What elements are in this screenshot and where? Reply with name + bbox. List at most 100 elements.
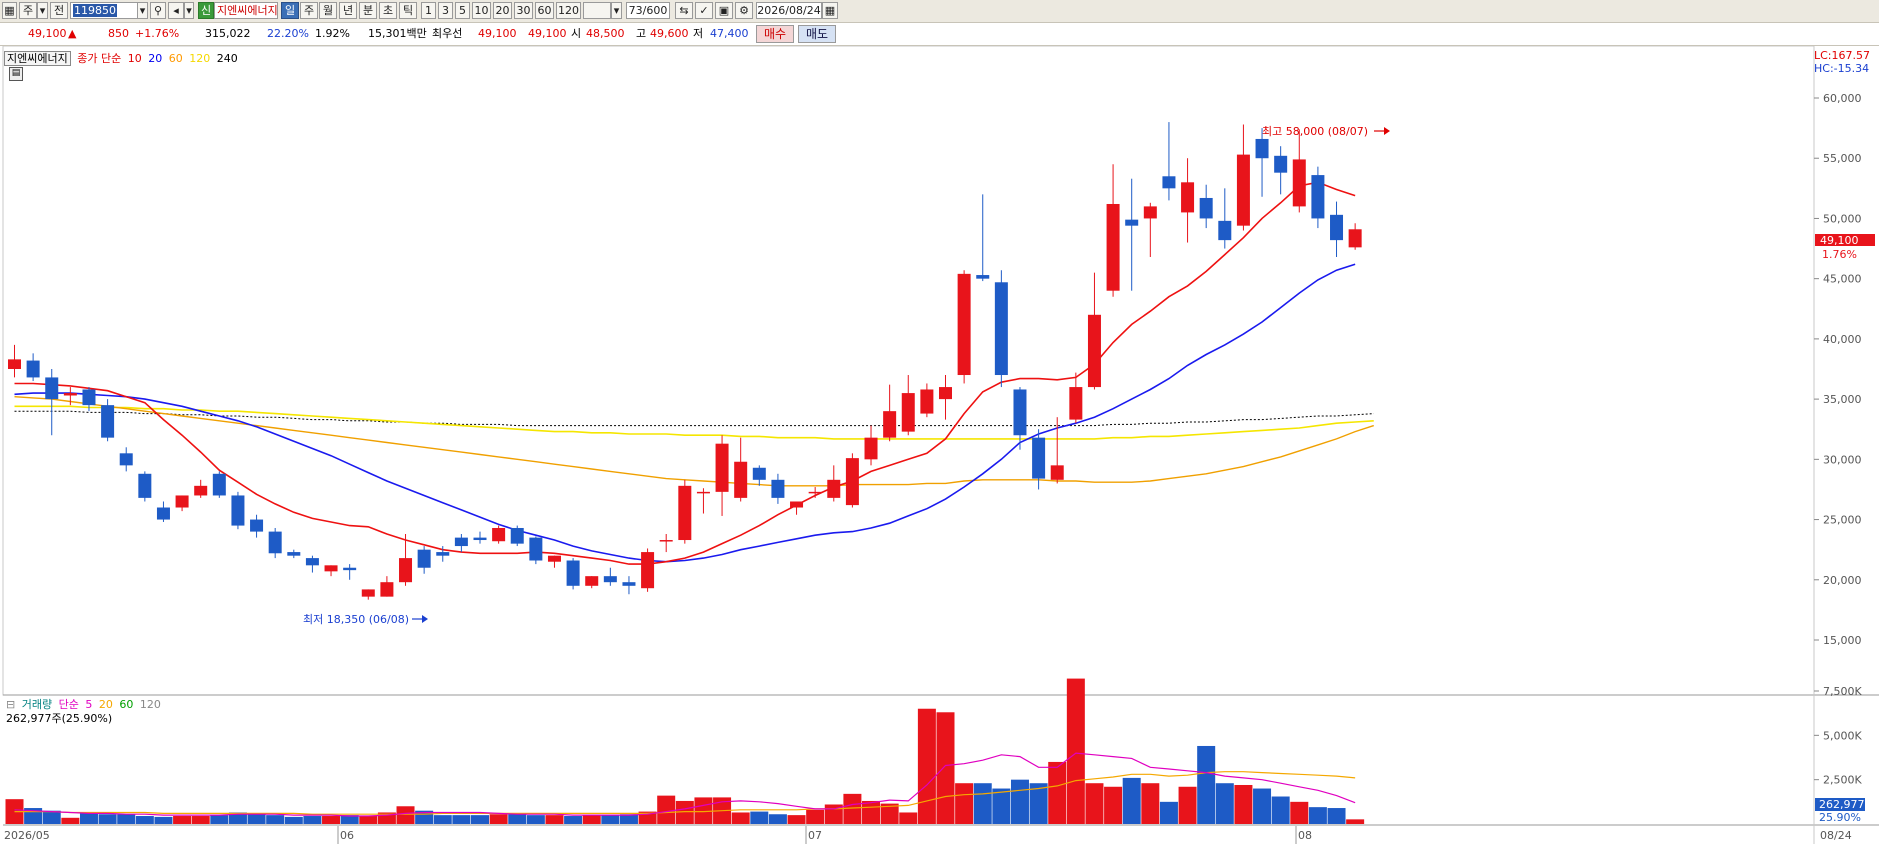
volume-bar bbox=[79, 813, 98, 824]
stock-code-input[interactable]: 119850 bbox=[70, 2, 138, 19]
candle-body bbox=[939, 387, 952, 400]
stock-chart[interactable]: 15,000 20,000 25,000 30,000 35,000 40,000 45,0… bbox=[0, 46, 1879, 844]
interval-120[interactable]: 120 bbox=[556, 2, 581, 19]
speaker-dropdown-icon[interactable]: ▾ bbox=[184, 2, 194, 19]
save-icon[interactable]: ▣ bbox=[715, 2, 733, 19]
candle-body bbox=[454, 537, 468, 547]
search-icon[interactable]: ⚲ bbox=[150, 2, 166, 19]
candle-body bbox=[26, 360, 40, 378]
interval-10[interactable]: 10 bbox=[472, 2, 491, 19]
period-second[interactable]: 초 bbox=[379, 2, 397, 19]
calendar-icon[interactable]: ▦ bbox=[822, 2, 838, 19]
price-tick-label: 35,000 bbox=[1823, 393, 1862, 406]
stock-name[interactable]: 지엔씨에너지 bbox=[214, 2, 278, 19]
candle-body bbox=[492, 527, 506, 542]
interval-60[interactable]: 60 bbox=[535, 2, 554, 19]
candle-body bbox=[343, 567, 357, 571]
volume-bar bbox=[619, 814, 638, 824]
period-week[interactable]: 주 bbox=[300, 2, 318, 19]
interval-30[interactable]: 30 bbox=[514, 2, 533, 19]
candle-body bbox=[864, 437, 878, 460]
price-tick-label: 15,000 bbox=[1823, 634, 1862, 647]
candle-body bbox=[1162, 176, 1176, 189]
candle-body bbox=[715, 443, 729, 492]
interval-5[interactable]: 5 bbox=[455, 2, 470, 19]
high-price: 49,600 bbox=[650, 27, 689, 40]
settings-icon[interactable]: ⚙ bbox=[735, 2, 753, 19]
interval-3[interactable]: 3 bbox=[438, 2, 453, 19]
date-input[interactable]: 2026/08/24 bbox=[756, 2, 822, 19]
volume-bar bbox=[471, 815, 489, 824]
custom-interval-dropdown-icon[interactable]: ▾ bbox=[611, 2, 622, 19]
price-tick-label: 20,000 bbox=[1823, 574, 1862, 587]
candle-body bbox=[1050, 465, 1064, 480]
volume-bar bbox=[1346, 819, 1365, 824]
volume-bar bbox=[303, 816, 322, 824]
compare-icon[interactable]: ⇆ bbox=[675, 2, 693, 19]
volume-bar bbox=[452, 815, 471, 824]
candle-body bbox=[119, 453, 133, 466]
volume-bar bbox=[917, 708, 936, 824]
board-select[interactable]: 전 bbox=[50, 2, 68, 19]
period-year[interactable]: 년 bbox=[339, 2, 357, 19]
candle-body bbox=[752, 467, 766, 480]
candle-body bbox=[734, 461, 748, 498]
buy-button[interactable]: 매수 bbox=[756, 25, 794, 43]
speaker-icon[interactable]: ◂ bbox=[168, 2, 184, 19]
volume-bar bbox=[1122, 777, 1141, 824]
volume-bar bbox=[135, 816, 154, 824]
code-dropdown-icon[interactable]: ▾ bbox=[137, 2, 148, 19]
volume-bar bbox=[1104, 786, 1123, 824]
high-label: 고 bbox=[636, 27, 647, 40]
current-price: 49,100 bbox=[28, 27, 67, 40]
candle-body bbox=[1292, 159, 1306, 207]
candle-body bbox=[845, 458, 859, 506]
x-axis-label: 08 bbox=[1298, 829, 1312, 842]
candle-body bbox=[1199, 197, 1213, 219]
candle-body bbox=[8, 359, 21, 369]
volume-bar bbox=[61, 817, 80, 824]
volume-bar bbox=[396, 806, 415, 824]
candle-body bbox=[101, 405, 115, 438]
volume-bar bbox=[1290, 801, 1309, 824]
interval-1[interactable]: 1 bbox=[421, 2, 436, 19]
period-month[interactable]: 월 bbox=[319, 2, 337, 19]
price-tick-label: 50,000 bbox=[1823, 212, 1862, 225]
candle-body bbox=[920, 389, 934, 414]
x-axis-label: 2026/05 bbox=[4, 829, 50, 842]
candle-body bbox=[827, 479, 841, 498]
candle-body bbox=[510, 527, 524, 544]
volume-bar bbox=[1271, 796, 1290, 824]
volume-ratio: 22.20% bbox=[267, 27, 309, 40]
period-minute[interactable]: 분 bbox=[359, 2, 377, 19]
candle-body bbox=[82, 389, 96, 406]
custom-interval-input[interactable] bbox=[583, 2, 611, 19]
pin-icon[interactable]: ✓ bbox=[695, 2, 713, 19]
volume-tick-label: 5,000K bbox=[1823, 729, 1862, 742]
period-tick[interactable]: 틱 bbox=[399, 2, 417, 19]
candle-body bbox=[1236, 154, 1250, 226]
interval-20[interactable]: 20 bbox=[493, 2, 512, 19]
grid-icon[interactable]: ▦ bbox=[2, 2, 17, 19]
x-axis-label: 08/24 bbox=[1820, 829, 1852, 842]
market-select[interactable]: 주 bbox=[19, 2, 37, 19]
volume-bar bbox=[545, 815, 564, 824]
sell-button[interactable]: 매도 bbox=[798, 25, 836, 43]
candle-body bbox=[250, 519, 264, 532]
x-axis-label: 07 bbox=[808, 829, 822, 842]
candle-body bbox=[659, 540, 673, 542]
candle-body bbox=[547, 555, 561, 562]
volume-bar bbox=[1178, 786, 1197, 824]
market-dropdown-icon[interactable]: ▾ bbox=[37, 2, 48, 19]
best-quote-label: 최우선 bbox=[432, 27, 463, 40]
count-input[interactable]: 73/600 bbox=[626, 2, 670, 19]
volume-bar bbox=[1308, 807, 1327, 824]
candle-body bbox=[678, 485, 692, 541]
volume-bar bbox=[247, 814, 266, 824]
volume-bar bbox=[582, 815, 601, 824]
volume-bar bbox=[973, 783, 992, 824]
candle-body bbox=[641, 552, 655, 589]
candle-body bbox=[1218, 220, 1232, 241]
new-badge: 신 bbox=[198, 2, 214, 19]
period-day[interactable]: 일 bbox=[281, 2, 299, 19]
